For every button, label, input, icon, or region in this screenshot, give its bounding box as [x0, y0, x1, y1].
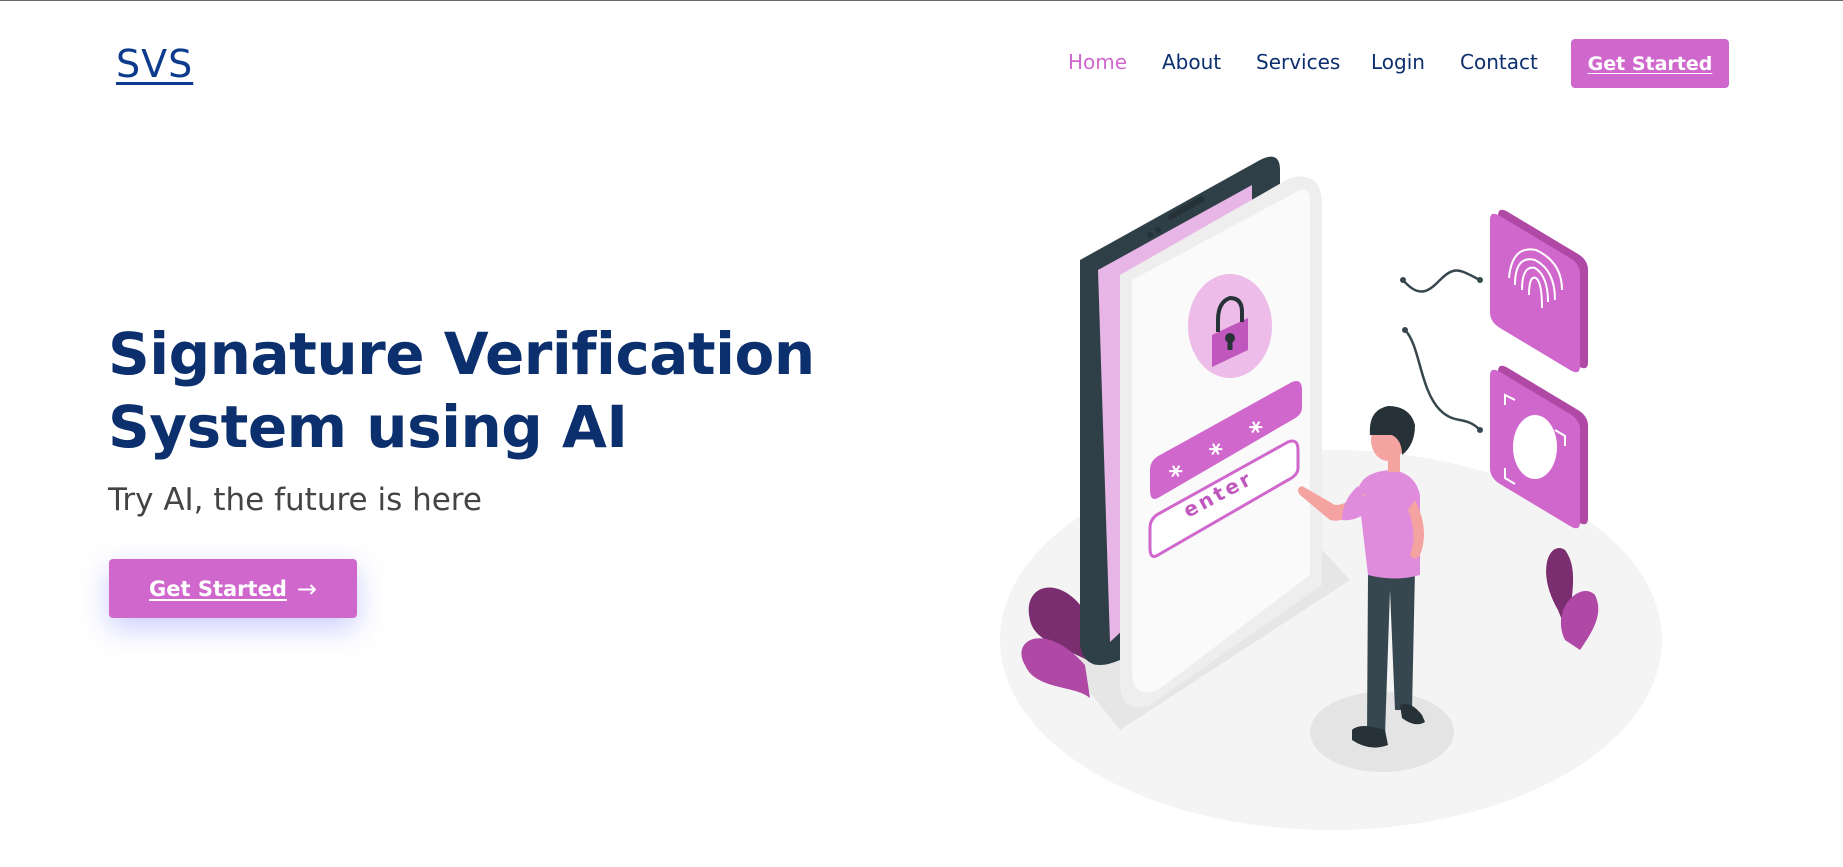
cable-bottom — [1404, 329, 1481, 431]
hero-subtitle: Try AI, the future is here — [108, 482, 482, 518]
header-get-started-button[interactable]: Get Started — [1571, 39, 1729, 88]
hero-cta-label: Get Started — [149, 576, 287, 601]
logo-link[interactable]: SVS — [116, 38, 193, 90]
nav-contact[interactable]: Contact — [1460, 46, 1538, 78]
nav-login[interactable]: Login — [1371, 46, 1425, 78]
arrow-right-icon: → — [296, 574, 317, 603]
hero-title-line1: Signature Verification — [108, 320, 815, 388]
top-border — [0, 0, 1843, 1]
hero-get-started-button[interactable]: Get Started → — [109, 559, 357, 618]
cable-top — [1402, 269, 1481, 293]
hero-illustration: * * * enter — [1000, 156, 1662, 830]
hero-title-line2: System using AI — [108, 393, 628, 461]
nav-about[interactable]: About — [1162, 46, 1221, 78]
nav-home[interactable]: Home — [1068, 46, 1127, 78]
fingerprint-icon — [1490, 209, 1588, 373]
nav-services[interactable]: Services — [1256, 46, 1340, 78]
hero-title: Signature Verification System using AI — [108, 318, 828, 464]
